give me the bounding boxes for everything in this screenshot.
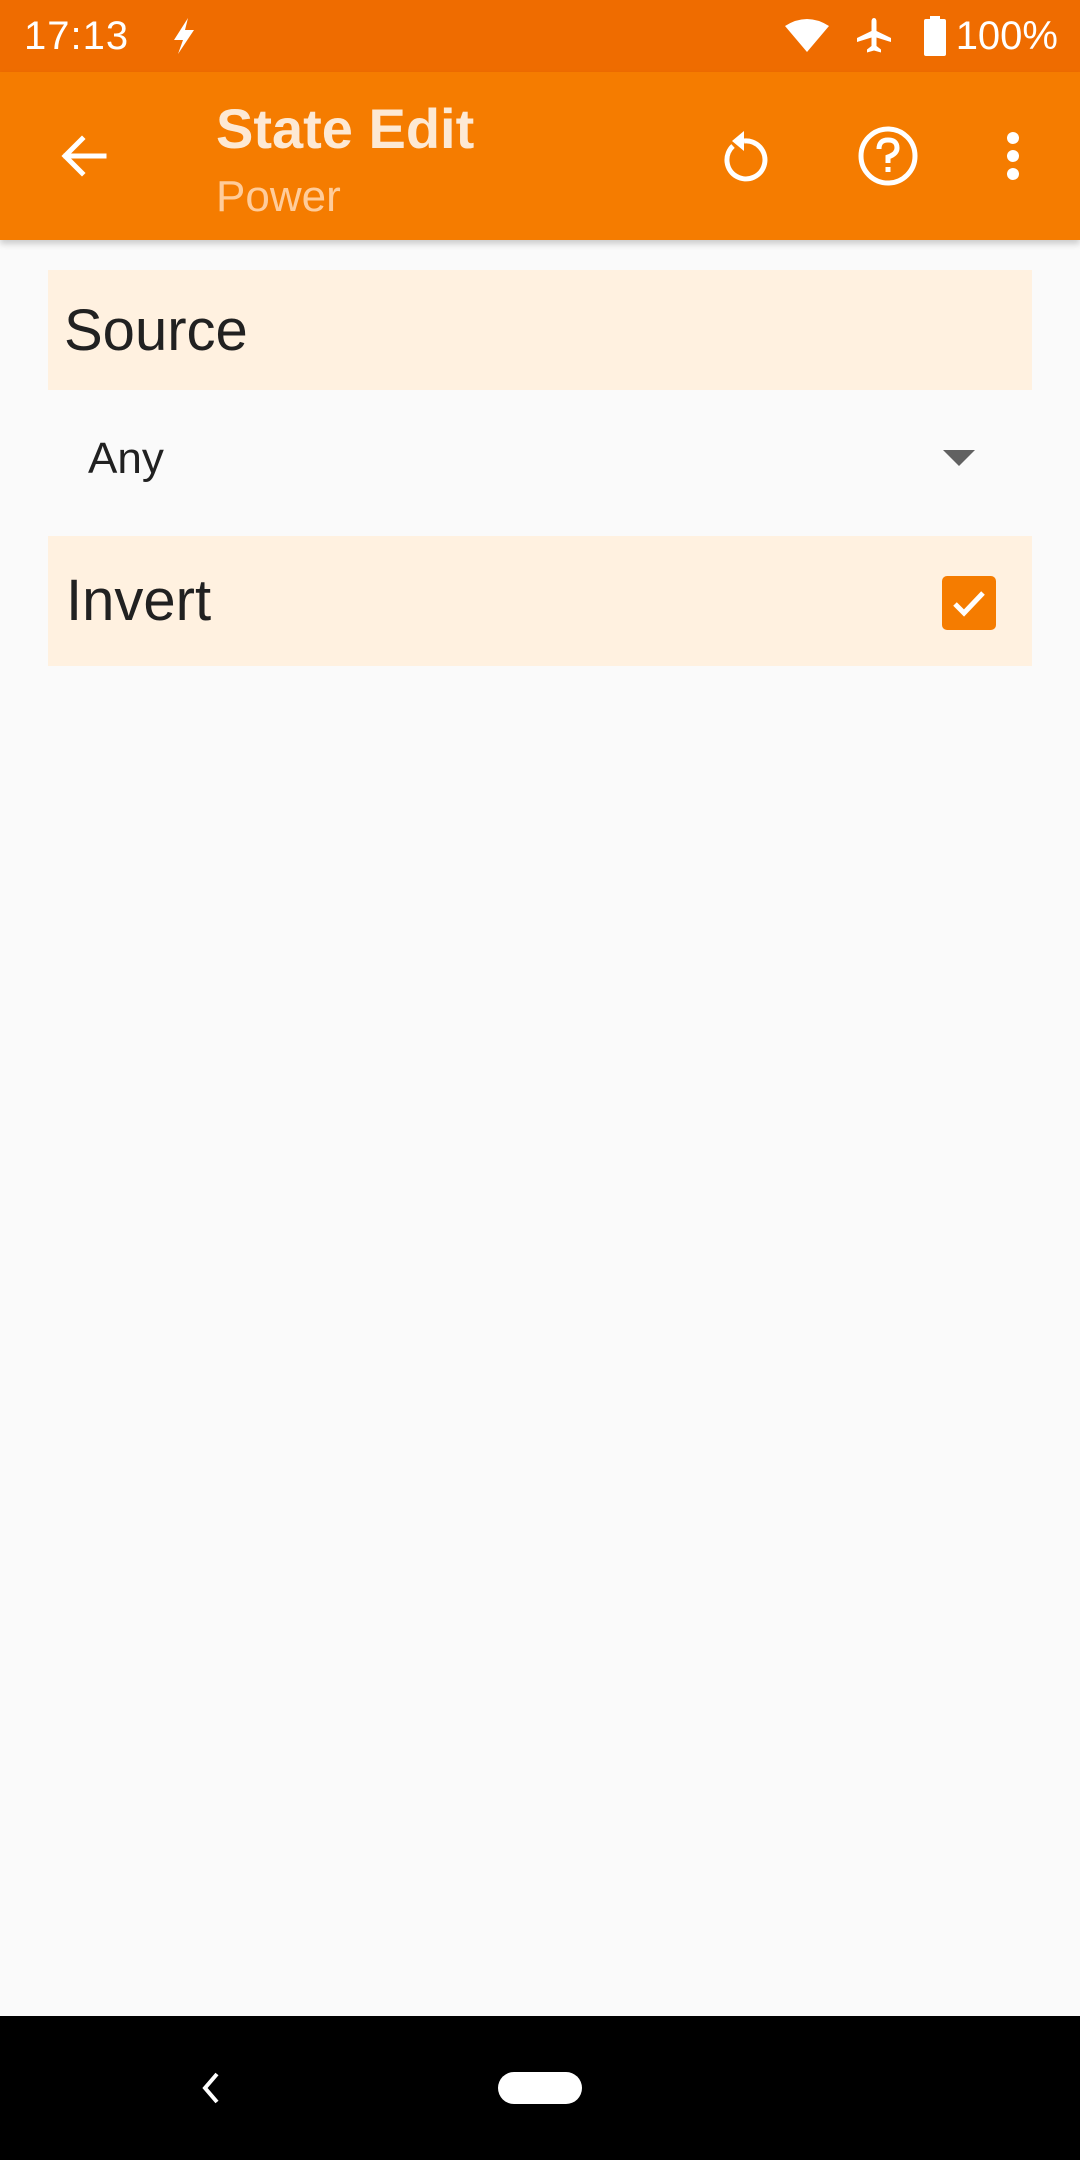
checkmark-icon (953, 591, 985, 617)
wifi-icon (784, 18, 830, 54)
page-subtitle: Power (216, 172, 341, 221)
status-icons: 100% (784, 10, 1058, 62)
arrow-back-icon (61, 135, 107, 177)
more-options-button[interactable] (988, 116, 1038, 196)
battery-percentage: 100% (955, 14, 1058, 58)
more-vert-icon (1007, 132, 1019, 180)
help-button[interactable] (848, 116, 928, 196)
app-bar: State Edit Power (0, 72, 1080, 240)
source-label: Source (64, 298, 248, 363)
nav-back-icon (202, 2072, 219, 2104)
help-icon (858, 126, 918, 186)
revert-icon (724, 131, 768, 182)
source-dropdown[interactable]: Any (48, 410, 1032, 520)
battery-icon (923, 16, 946, 56)
status-time: 17:13 (24, 14, 130, 58)
nav-home-button[interactable] (498, 2072, 582, 2104)
page-title: State Edit (216, 97, 475, 160)
dropdown-arrow-icon (943, 450, 975, 466)
nav-back-button[interactable] (186, 2056, 236, 2120)
source-selected-value: Any (88, 434, 164, 483)
invert-row[interactable]: Invert (48, 536, 1032, 666)
flash-icon (168, 16, 200, 56)
invert-label: Invert (66, 568, 212, 633)
revert-button[interactable] (704, 116, 784, 196)
invert-checkbox[interactable] (942, 576, 996, 630)
back-button[interactable] (44, 116, 124, 196)
airplane-icon (854, 16, 894, 56)
navigation-bar (0, 2016, 1080, 2160)
status-bar: 17:13 100% (0, 0, 1080, 72)
source-section-header: Source (48, 270, 1032, 390)
